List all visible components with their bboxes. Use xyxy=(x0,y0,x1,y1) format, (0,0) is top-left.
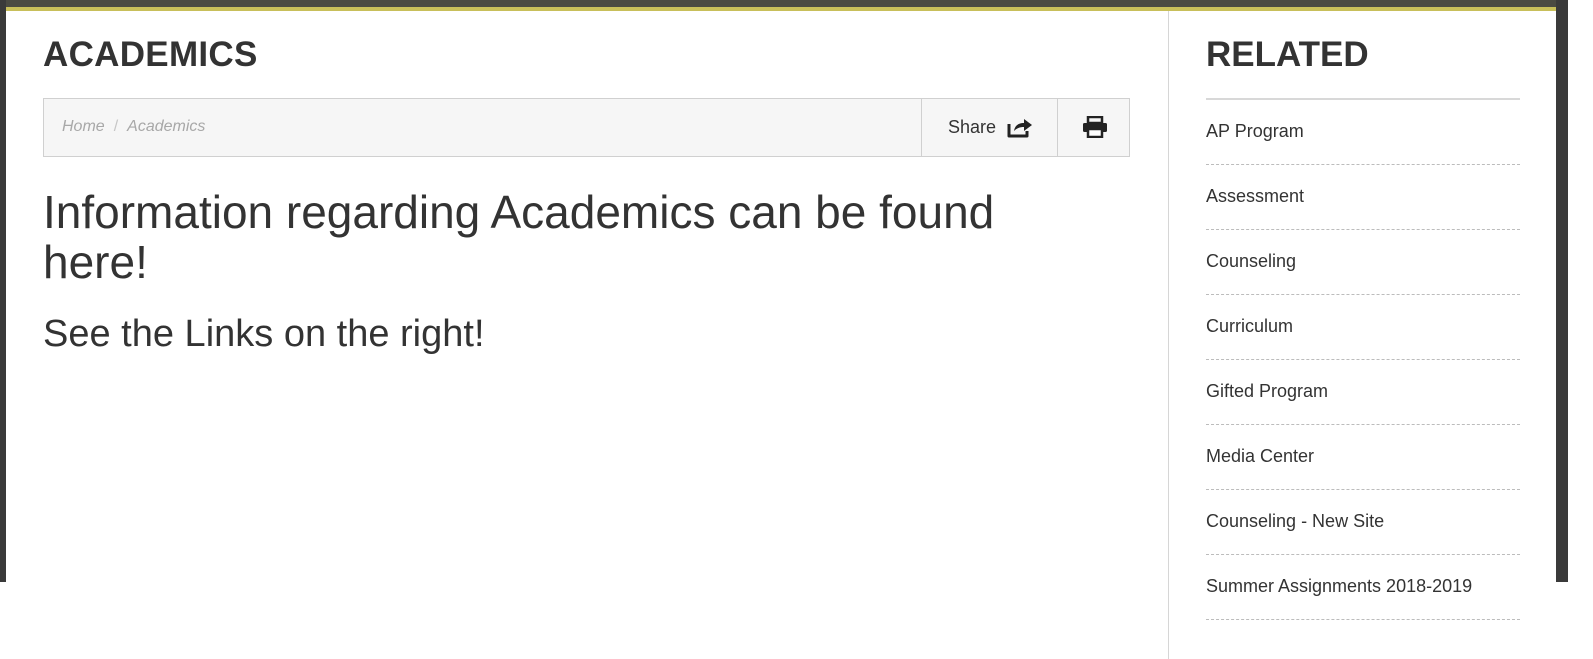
related-link[interactable]: AP Program xyxy=(1206,121,1304,142)
print-button[interactable] xyxy=(1057,99,1129,156)
sidebar-title: RELATED xyxy=(1206,35,1369,74)
breadcrumb-home-link[interactable]: Home xyxy=(62,118,105,135)
share-label: Share xyxy=(948,117,997,137)
related-link[interactable]: Summer Assignments 2018-2019 xyxy=(1206,576,1472,597)
related-item-gifted-program: Gifted Program xyxy=(1206,360,1520,425)
page-toolbar: Home / Academics Share xyxy=(43,98,1130,157)
related-link[interactable]: Media Center xyxy=(1206,446,1314,467)
printer-icon xyxy=(1083,116,1107,138)
breadcrumb-academics-link[interactable]: Academics xyxy=(127,118,205,135)
related-link[interactable]: Curriculum xyxy=(1206,316,1293,337)
right-frame-edge xyxy=(1556,0,1568,582)
breadcrumb-separator: / xyxy=(113,118,119,135)
column-divider xyxy=(1168,11,1169,659)
related-item-media-center: Media Center xyxy=(1206,425,1520,490)
related-links-list: AP Program Assessment Counseling Curricu… xyxy=(1206,100,1520,620)
related-item-counseling-new-site: Counseling - New Site xyxy=(1206,490,1520,555)
related-link[interactable]: Assessment xyxy=(1206,186,1304,207)
related-item-assessment: Assessment xyxy=(1206,165,1520,230)
main-column: ACADEMICS Home / Academics Share Informa… xyxy=(43,11,1133,651)
share-arrow-icon xyxy=(1007,119,1032,138)
top-frame-bar xyxy=(0,0,1568,7)
related-item-curriculum: Curriculum xyxy=(1206,295,1520,360)
related-item-ap-program: AP Program xyxy=(1206,100,1520,165)
related-link[interactable]: Gifted Program xyxy=(1206,381,1328,402)
page-title: ACADEMICS xyxy=(43,35,258,74)
sub-heading: See the Links on the right! xyxy=(43,313,485,355)
breadcrumb: Home / Academics xyxy=(62,118,205,136)
intro-heading: Information regarding Academics can be f… xyxy=(43,186,995,288)
related-sidebar: RELATED AP Program Assessment Counseling… xyxy=(1206,11,1520,651)
related-link[interactable]: Counseling xyxy=(1206,251,1296,272)
browser-viewport: ACADEMICS Home / Academics Share Informa… xyxy=(0,0,1593,659)
related-item-counseling: Counseling xyxy=(1206,230,1520,295)
page-content: ACADEMICS Home / Academics Share Informa… xyxy=(6,11,1556,659)
related-item-summer-assignments: Summer Assignments 2018-2019 xyxy=(1206,555,1520,620)
related-link[interactable]: Counseling - New Site xyxy=(1206,511,1384,532)
share-button[interactable]: Share xyxy=(921,99,1057,156)
